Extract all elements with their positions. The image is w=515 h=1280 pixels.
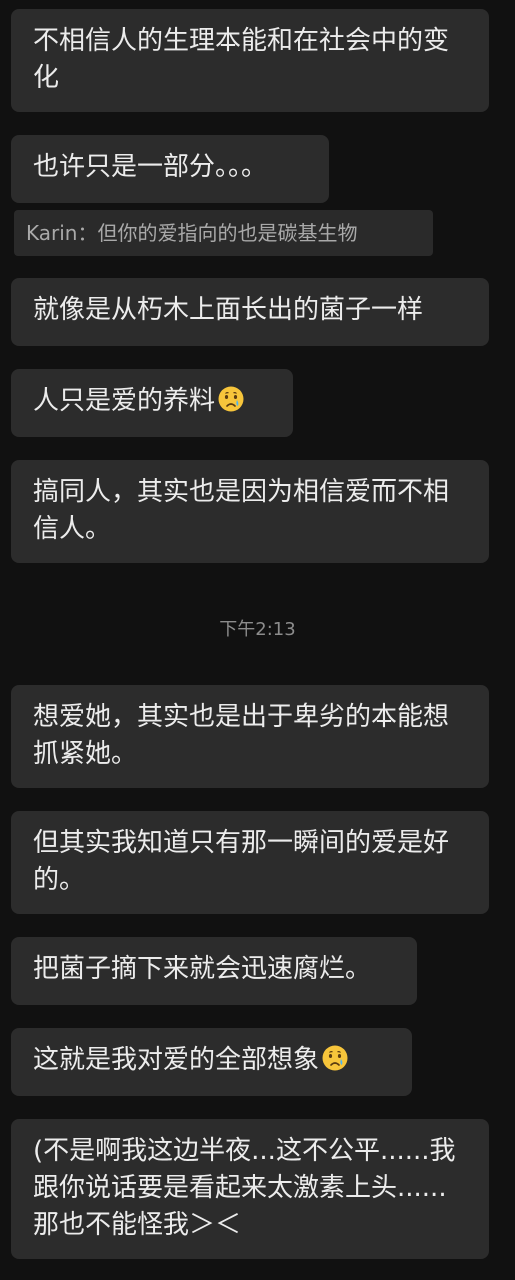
message-text: 就像是从朽木上面长出的菌子一样 [33,295,424,325]
message-text: 但其实我知道只有那一瞬间的爱是好的。 [33,828,450,895]
message-timestamp: 下午2:13 [219,619,296,640]
message-text: (不是啊我这边半夜...这不公平......我跟你说话要是看起来太激素上头...… [33,1136,456,1240]
message-bubble[interactable]: 这就是我对爱的全部想象 [11,1028,412,1096]
message-bubble[interactable]: 但其实我知道只有那一瞬间的爱是好的。 [11,811,489,914]
quoted-reply-text: Karin：但你的爱指向的也是碳基生物 [26,221,358,245]
message-text: 想爱她，其实也是出于卑劣的本能想抓紧她。 [33,702,450,769]
message-text: 也许只是一部分。。。 [33,152,268,182]
message-bubble[interactable]: 就像是从朽木上面长出的菌子一样 [11,278,489,346]
message-bubble[interactable]: 人只是爱的养料 [11,369,293,437]
message-text: 搞同人，其实也是因为相信爱而不相信人。 [33,477,450,544]
message-bubble[interactable]: 搞同人，其实也是因为相信爱而不相信人。 [11,460,489,563]
quoted-reply[interactable]: Karin：但你的爱指向的也是碳基生物 [14,210,433,256]
message-bubble[interactable]: 不相信人的生理本能和在社会中的变化 [11,9,489,112]
message-bubble[interactable]: 想爱她，其实也是出于卑劣的本能想抓紧她。 [11,685,489,788]
message-text: 不相信人的生理本能和在社会中的变化 [33,26,450,93]
message-bubble[interactable]: (不是啊我这边半夜...这不公平......我跟你说话要是看起来太激素上头...… [11,1119,489,1259]
message-text: 这就是我对爱的全部想象 [33,1045,320,1075]
message-text: 把菌子摘下来就会迅速腐烂。 [33,954,372,984]
message-bubble[interactable]: 也许只是一部分。。。 [11,135,329,203]
message-text: 人只是爱的养料 [33,386,216,416]
crying-face-icon [321,1044,349,1072]
crying-face-icon [217,385,245,413]
message-bubble[interactable]: 把菌子摘下来就会迅速腐烂。 [11,937,417,1005]
